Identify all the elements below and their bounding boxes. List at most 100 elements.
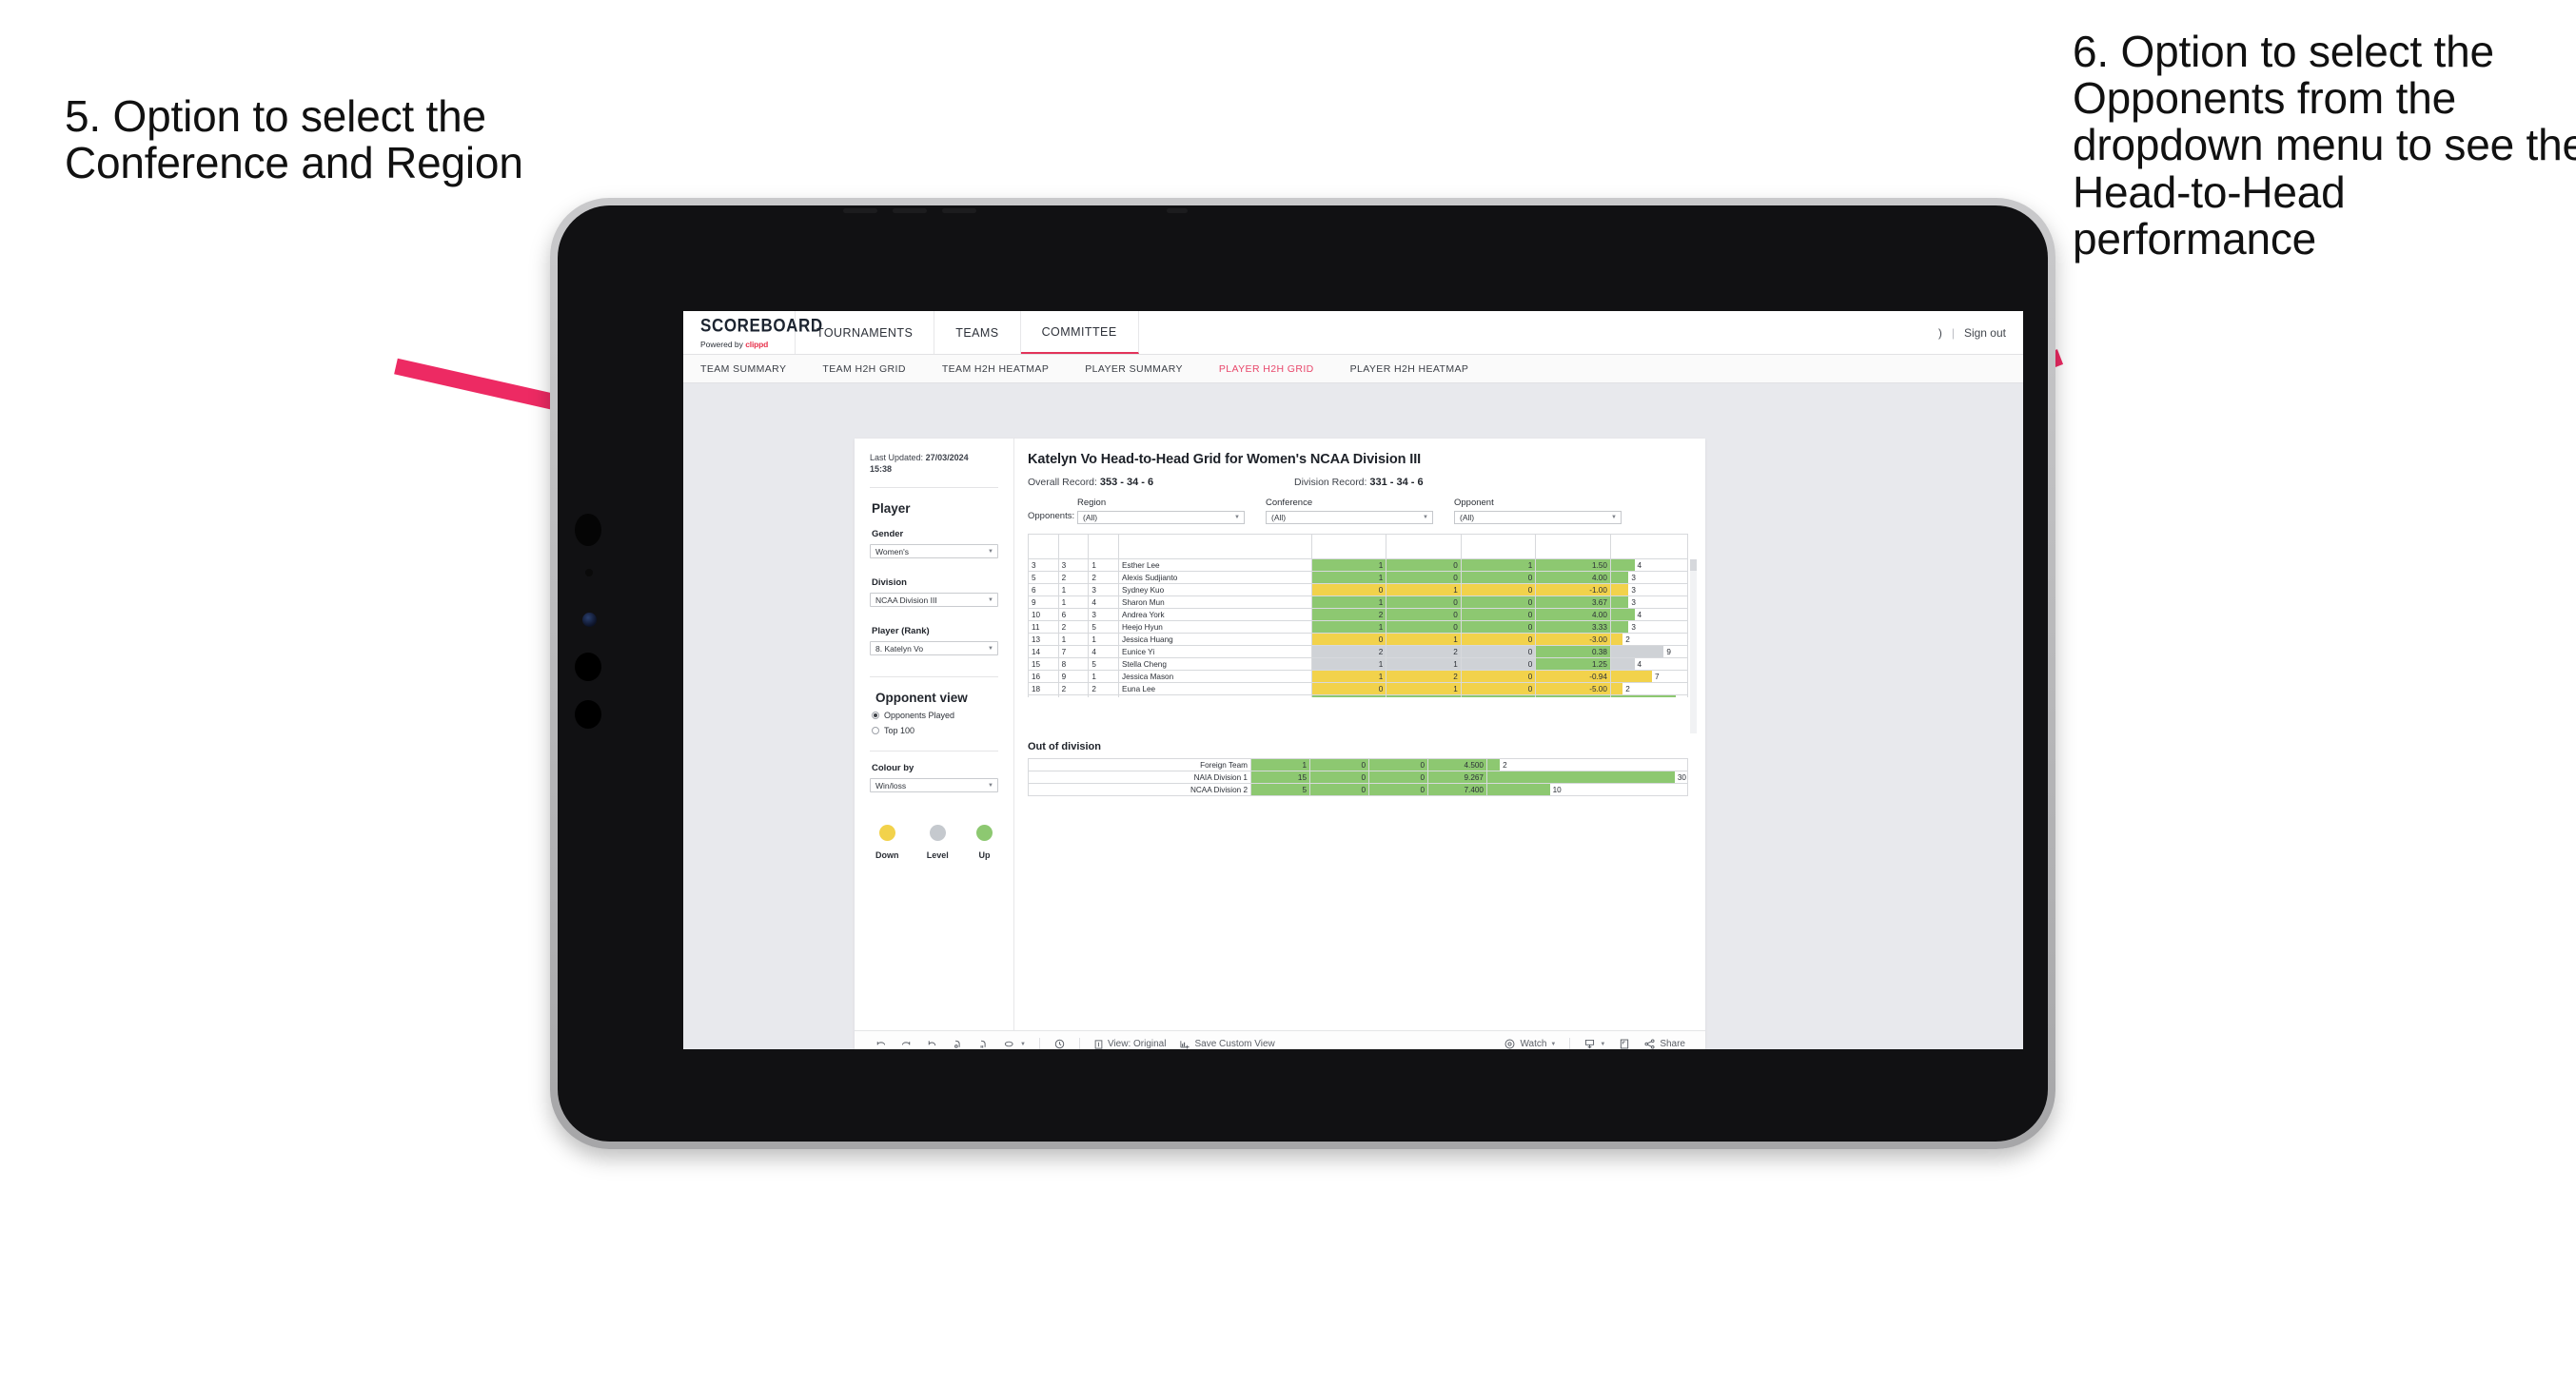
rounds-bar: 3 (1611, 572, 1686, 583)
last-updated-label: Last Updated: (870, 453, 924, 462)
rounds-bar: 3 (1611, 596, 1686, 608)
cell-loss: 1 (1386, 633, 1462, 646)
download-button[interactable]: ▼ (1577, 1038, 1612, 1049)
subnav-team-h2h-heatmap[interactable]: TEAM H2H HEATMAP (942, 363, 1070, 375)
cell-win: 0 (1310, 583, 1387, 596)
col-win (1310, 534, 1387, 559)
opponents-label: Opponents: (1028, 511, 1075, 521)
cell-win: 1 (1310, 558, 1387, 572)
cell-tie: 0 (1460, 583, 1537, 596)
account-glyph[interactable]: ) (1938, 326, 1942, 340)
col-reg (1057, 534, 1090, 559)
cell-tie: 0 (1460, 645, 1537, 658)
revert-button[interactable] (919, 1038, 945, 1049)
tablet-sensor-icon (585, 569, 593, 576)
watch-label: Watch (1520, 1039, 1547, 1049)
rounds-bar-fill (1611, 572, 1629, 583)
colour-by-select[interactable]: Win/loss ▼ (870, 778, 998, 793)
tablet-sensor-icon (575, 700, 601, 729)
conference-label: Conference (1266, 498, 1313, 508)
cell-group-name: NCAA Division 2 (1028, 783, 1251, 796)
subnav-team-summary[interactable]: TEAM SUMMARY (700, 363, 807, 375)
rounds-bar: 4 (1611, 609, 1686, 620)
rounds-bar: 3 (1611, 621, 1686, 633)
highlight-button[interactable]: ▼ (996, 1038, 1032, 1049)
cell-win: 1 (1310, 657, 1387, 671)
sign-out-link[interactable]: Sign out (1964, 326, 2006, 340)
history-button[interactable] (1047, 1038, 1072, 1049)
cell-diff: 4.500 (1427, 758, 1487, 771)
cell-win: 1 (1310, 620, 1387, 634)
cell-rounds: 3 (1609, 571, 1689, 584)
division-select[interactable]: NCAA Division III ▼ (870, 593, 998, 608)
h2h-table-wrapper: 3 3 1 Esther Lee 1 0 1 1.50 4 5 2 2 Alexis Sudjianto… (1028, 534, 1697, 733)
table-scrollbar[interactable] (1690, 559, 1697, 733)
undo-button[interactable] (868, 1038, 894, 1049)
subnav-player-h2h-heatmap[interactable]: PLAYER H2H HEATMAP (1350, 363, 1490, 375)
watch-button[interactable]: Watch ▼ (1497, 1038, 1563, 1049)
cell-loss: 1 (1386, 682, 1462, 695)
rounds-bar-fill (1611, 671, 1653, 682)
brand-logo[interactable]: SCOREBOARD Powered by clippd (683, 311, 822, 354)
visualization-body: Last Updated: 27/03/2024 15:38 Player Ge… (855, 439, 1705, 1030)
table-row[interactable]: 13 1 1 Jessica Huang 0 1 0 -3.00 2 (1028, 633, 1689, 646)
cell-loss: 0 (1386, 571, 1462, 584)
tablet-body: SCOREBOARD Powered by clippd TOURNAMENTS… (558, 205, 2048, 1142)
cell-rounds: 3 (1609, 583, 1689, 596)
radio-opponents-played[interactable]: Opponents Played (872, 711, 998, 720)
subnav-player-h2h-grid[interactable]: PLAYER H2H GRID (1219, 363, 1335, 375)
refresh-button[interactable] (945, 1038, 971, 1049)
rounds-bar-fill (1611, 658, 1635, 670)
table-row[interactable]: 10 6 3 Andrea York 2 0 0 4.00 4 (1028, 608, 1689, 621)
col-div (1028, 534, 1059, 559)
table-row[interactable]: 6 1 3 Sydney Kuo 0 1 0 -1.00 3 (1028, 583, 1689, 596)
legend-item-down: Down (875, 825, 899, 860)
cell-diff: 4.00 (1535, 571, 1611, 584)
conference-filter: Conference (All) ▼ (1266, 498, 1433, 524)
cell-loss: 0 (1309, 758, 1369, 771)
cell-tie: 0 (1368, 771, 1428, 784)
last-updated-text: Last Updated: 27/03/2024 15:38 (870, 452, 998, 475)
table-row[interactable]: 16 9 1 Jessica Mason 1 2 0 -0.94 7 (1028, 670, 1689, 683)
radio-top-100[interactable]: Top 100 (872, 726, 998, 735)
subnav-player-summary[interactable]: PLAYER SUMMARY (1085, 363, 1204, 375)
table-row[interactable]: Foreign Team 1 0 0 4.500 2 (1028, 758, 1688, 771)
table-row[interactable]: 5 2 2 Alexis Sudjianto 1 0 0 4.00 3 (1028, 571, 1689, 584)
fullscreen-button[interactable] (1612, 1038, 1637, 1049)
pause-button[interactable] (971, 1038, 996, 1049)
cell-reg: 2 (1057, 682, 1090, 695)
gender-select[interactable]: Women's ▼ (870, 544, 998, 559)
cell-diff: 4.00 (1535, 608, 1611, 621)
rounds-bar-fill (1611, 683, 1623, 694)
view-original-button[interactable]: View: Original (1087, 1039, 1173, 1049)
table-row[interactable]: 15 8 5 Stella Cheng 1 1 0 1.25 4 (1028, 657, 1689, 671)
scrollbar-thumb[interactable] (1690, 559, 1697, 571)
last-updated-time: 15:38 (870, 464, 893, 475)
table-fade (1028, 697, 1688, 733)
cell-rounds: 4 (1609, 608, 1689, 621)
tablet-led-icon (582, 613, 597, 627)
table-row[interactable]: 18 2 2 Euna Lee 0 1 0 -5.00 2 (1028, 682, 1689, 695)
tablet-screen: SCOREBOARD Powered by clippd TOURNAMENTS… (683, 311, 2023, 1049)
nav-committee[interactable]: COMMITTEE (1020, 311, 1139, 354)
subnav-team-h2h-grid[interactable]: TEAM H2H GRID (822, 363, 926, 375)
table-row[interactable]: 3 3 1 Esther Lee 1 0 1 1.50 4 (1028, 558, 1689, 572)
nav-teams[interactable]: TEAMS (934, 311, 1021, 354)
table-row[interactable]: NCAA Division 2 5 0 0 7.400 10 (1028, 783, 1688, 796)
cell-div: 15 (1028, 657, 1059, 671)
table-row[interactable]: 14 7 4 Eunice Yi 2 2 0 0.38 9 (1028, 645, 1689, 658)
share-button[interactable]: Share (1637, 1038, 1692, 1049)
save-custom-view-button[interactable]: Save Custom View (1172, 1039, 1281, 1049)
opponent-select[interactable]: (All) ▼ (1454, 511, 1622, 524)
table-row[interactable]: NAIA Division 1 15 0 0 9.267 30 (1028, 771, 1688, 784)
table-row[interactable]: 9 1 4 Sharon Mun 1 0 0 3.67 3 (1028, 595, 1689, 609)
redo-button[interactable] (894, 1038, 919, 1049)
cell-reg: 7 (1057, 645, 1090, 658)
cell-opponent: Sharon Mun (1118, 595, 1312, 609)
region-select[interactable]: (All) ▼ (1077, 511, 1245, 524)
region-filter: Region (All) ▼ (1077, 498, 1245, 524)
conference-select[interactable]: (All) ▼ (1266, 511, 1433, 524)
tablet-device-frame: SCOREBOARD Powered by clippd TOURNAMENTS… (550, 198, 2055, 1149)
table-row[interactable]: 11 2 5 Heejo Hyun 1 0 0 3.33 3 (1028, 620, 1689, 634)
player-rank-select[interactable]: 8. Katelyn Vo ▼ (870, 641, 998, 656)
